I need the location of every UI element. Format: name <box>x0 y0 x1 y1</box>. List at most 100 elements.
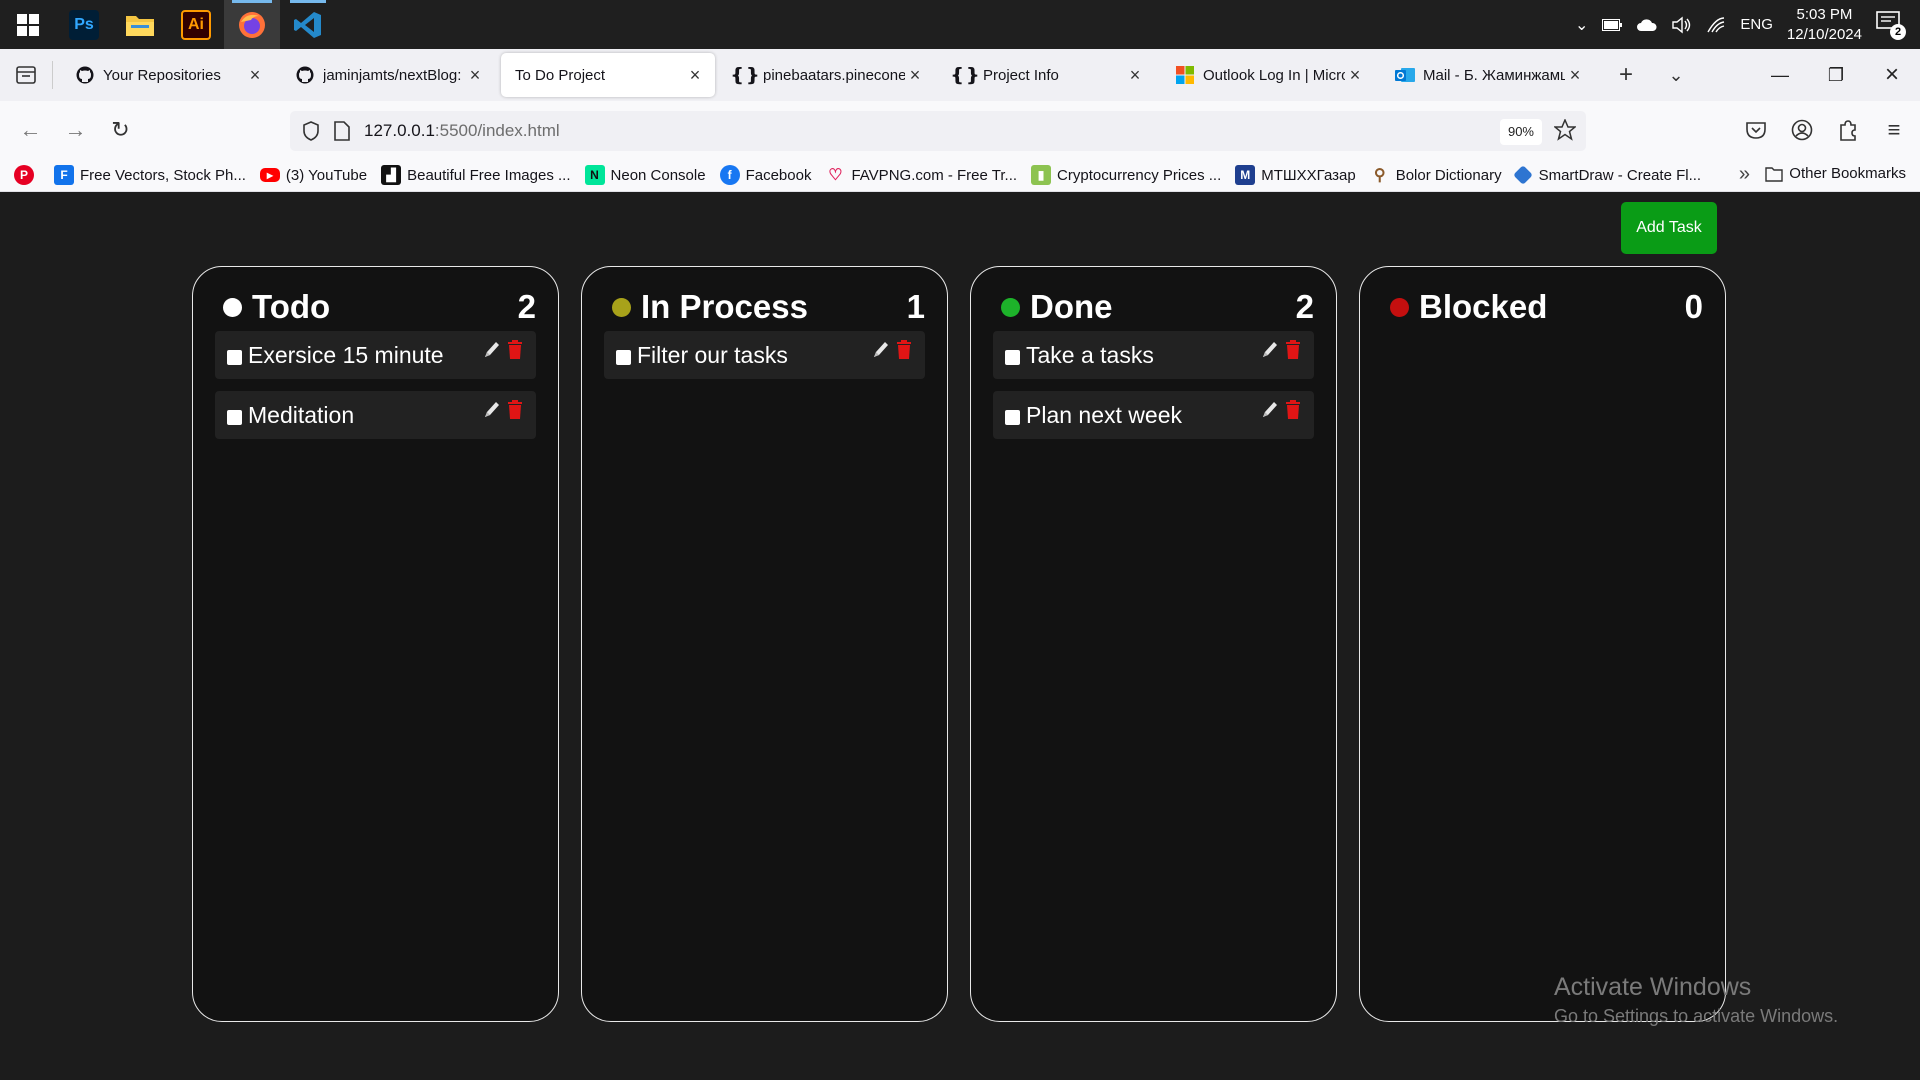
tab-outlook-login[interactable]: Outlook Log In | Micro × <box>1161 53 1375 97</box>
coinmarketcap-icon: ▮ <box>1031 165 1052 185</box>
taskbar-file-explorer[interactable] <box>112 0 168 49</box>
account-icon <box>1791 119 1813 141</box>
close-icon[interactable]: × <box>245 65 265 85</box>
trash-icon[interactable] <box>506 339 524 361</box>
close-window-button[interactable]: × <box>1864 49 1920 101</box>
trash-icon[interactable] <box>1284 399 1302 421</box>
speaker-icon[interactable] <box>1672 16 1692 34</box>
system-tray: ⌄ ENG 5:03 PM 12/10/2024 2 <box>1575 0 1920 49</box>
tab-your-repositories[interactable]: Your Repositories × <box>61 53 275 97</box>
bookmark-neon-console[interactable]: N Neon Console <box>584 165 706 185</box>
bookmark-label: (3) YouTube <box>285 166 368 184</box>
tab-title: Your Repositories <box>103 66 221 84</box>
extensions-button[interactable] <box>1832 110 1864 150</box>
bookmark-unsplash[interactable]: ▟ Beautiful Free Images ... <box>381 165 571 185</box>
star-icon[interactable] <box>1554 119 1576 141</box>
bookmark-youtube[interactable]: ▶ (3) YouTube <box>259 166 368 184</box>
bookmark-smartdraw[interactable]: SmartDraw - Create Fl... <box>1512 165 1701 185</box>
minimize-button[interactable]: — <box>1752 49 1808 101</box>
cloud-icon[interactable] <box>1636 18 1658 32</box>
column-count: 1 <box>906 288 925 325</box>
trash-icon[interactable] <box>895 339 913 361</box>
bookmark-coinmarketcap[interactable]: ▮ Cryptocurrency Prices ... <box>1031 165 1221 185</box>
task-checkbox[interactable] <box>1005 409 1020 425</box>
add-task-button[interactable]: Add Task <box>1621 202 1717 254</box>
trash-icon[interactable] <box>506 399 524 421</box>
task-checkbox[interactable] <box>227 409 242 425</box>
status-dot <box>223 297 242 317</box>
column-title: Blocked <box>1419 288 1548 325</box>
task-checkbox[interactable] <box>227 349 242 365</box>
task-checkbox[interactable] <box>616 349 631 365</box>
tab-pinebaatars[interactable]: ❴❵ pinebaatars.pinecone. × <box>721 53 935 97</box>
close-icon[interactable]: × <box>1125 65 1145 85</box>
reload-button[interactable]: ↻ <box>98 110 143 150</box>
photoshop-icon: Ps <box>69 9 99 40</box>
other-bookmarks-button[interactable]: Other Bookmarks <box>1765 165 1906 182</box>
folder-icon <box>1765 166 1783 182</box>
bookmarks-overflow-icon[interactable]: » <box>1739 163 1750 186</box>
facebook-icon: f <box>719 165 740 185</box>
pencil-icon[interactable] <box>1260 399 1280 421</box>
pencil-icon[interactable] <box>482 339 502 361</box>
pencil-icon[interactable] <box>871 339 891 361</box>
taskbar-firefox[interactable] <box>224 0 280 49</box>
pocket-button[interactable] <box>1740 110 1772 150</box>
clock[interactable]: 5:03 PM 12/10/2024 <box>1787 5 1862 45</box>
restore-button[interactable]: ❐ <box>1808 49 1864 101</box>
address-bar[interactable]: 127.0.0.1:5500/index.html 90% <box>290 111 1586 151</box>
new-tab-button[interactable]: + <box>1601 53 1651 97</box>
pencil-icon[interactable] <box>1260 339 1280 361</box>
chevron-up-icon[interactable]: ⌄ <box>1575 15 1588 35</box>
forward-button[interactable]: → <box>53 110 98 150</box>
github-icon <box>295 65 315 85</box>
task-card: Exersice 15 minute <box>215 331 536 379</box>
language-indicator[interactable]: ENG <box>1740 16 1773 33</box>
bookmark-mtshhh[interactable]: M МТШХХГазар <box>1235 165 1356 185</box>
firefox-view-button[interactable] <box>0 49 52 101</box>
close-icon[interactable]: × <box>1345 65 1365 85</box>
close-icon[interactable]: × <box>685 65 705 85</box>
bookmark-bolor[interactable]: ⚲ Bolor Dictionary <box>1370 165 1502 185</box>
task-checkbox[interactable] <box>1005 349 1020 365</box>
list-all-tabs-button[interactable]: ⌄ <box>1651 53 1701 97</box>
tab-nextblog[interactable]: jaminjamts/nextBlog: × <box>281 53 495 97</box>
bookmark-freepik[interactable]: F Free Vectors, Stock Ph... <box>54 165 246 185</box>
pencil-icon[interactable] <box>482 399 502 421</box>
zoom-level-button[interactable]: 90% <box>1499 119 1542 145</box>
other-bookmarks-label: Other Bookmarks <box>1789 165 1906 182</box>
shield-icon[interactable] <box>302 121 320 141</box>
close-icon[interactable]: × <box>1565 65 1585 85</box>
bookmark-favpng[interactable]: ♡ FAVPNG.com - Free Tr... <box>825 165 1017 185</box>
watermark-title: Activate Windows <box>1554 973 1752 1001</box>
task-text: Exersice 15 minute <box>248 341 444 368</box>
taskbar-vscode[interactable] <box>280 0 336 49</box>
tab-to-do-project[interactable]: To Do Project × <box>501 53 715 97</box>
notification-center-button[interactable]: 2 <box>1876 10 1906 40</box>
taskbar-illustrator[interactable]: Ai <box>168 0 224 49</box>
tab-project-info[interactable]: ❴❵ Project Info × <box>941 53 1155 97</box>
page-icon[interactable] <box>334 121 350 141</box>
battery-icon[interactable] <box>1602 18 1623 31</box>
back-button[interactable]: ← <box>8 110 53 150</box>
column-title: Done <box>1030 288 1113 325</box>
close-icon[interactable]: × <box>905 65 925 85</box>
bookmark-pinterest[interactable]: P <box>14 165 40 185</box>
start-button[interactable] <box>0 0 56 49</box>
menu-button[interactable]: ≡ <box>1878 110 1910 150</box>
tab-mail[interactable]: Mail - Б. Жаминжамц × <box>1381 53 1595 97</box>
github-icon <box>75 65 95 85</box>
close-icon[interactable]: × <box>465 65 485 85</box>
youtube-icon: ▶ <box>259 168 280 182</box>
wifi-icon[interactable] <box>1706 16 1726 33</box>
bookmark-facebook[interactable]: f Facebook <box>719 165 811 185</box>
bookmark-label: FAVPNG.com - Free Tr... <box>851 166 1018 184</box>
folder-icon <box>126 15 154 36</box>
url-text[interactable]: 127.0.0.1:5500/index.html <box>364 121 560 141</box>
taskbar-photoshop[interactable]: Ps <box>56 0 112 49</box>
trash-icon[interactable] <box>1284 339 1302 361</box>
illustrator-icon: Ai <box>181 9 211 40</box>
account-button[interactable] <box>1786 110 1818 150</box>
clock-time: 5:03 PM <box>1796 5 1853 23</box>
bookmarks-bar: P F Free Vectors, Stock Ph... ▶ (3) YouTub… <box>0 159 1920 192</box>
